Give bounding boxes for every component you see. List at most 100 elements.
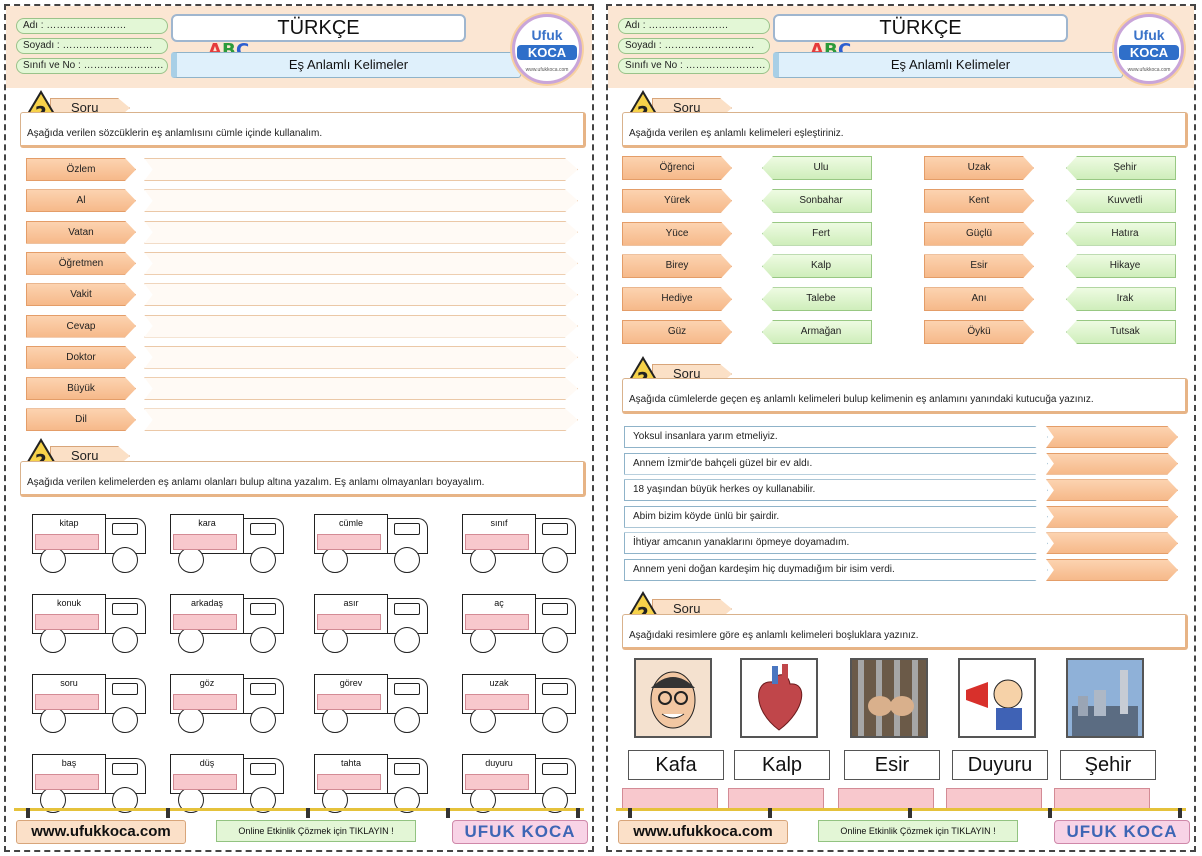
picture-label: Duyuru — [952, 750, 1048, 780]
truck-word: arkadaş — [190, 598, 224, 608]
match-word-left[interactable]: Kent — [924, 188, 1034, 213]
truck-answer-box[interactable] — [173, 774, 237, 790]
match-word-right[interactable]: Irak — [1066, 287, 1176, 312]
match-word-left[interactable]: Esir — [924, 254, 1034, 279]
picture-1 — [634, 658, 712, 738]
name-field[interactable]: Adı : …………………… — [16, 18, 168, 34]
instruction-2: Aşağıda cümlelerde geçen eş anlamlı keli… — [622, 378, 1188, 414]
match-word-left[interactable]: Anı — [924, 287, 1034, 312]
truck-answer-box[interactable] — [35, 774, 99, 790]
truck-item: konuk — [32, 594, 150, 653]
sentence-answer-box[interactable] — [144, 158, 578, 181]
picture-answer-box[interactable] — [1054, 788, 1150, 810]
word-label: Al — [26, 189, 136, 213]
truck-answer-box[interactable] — [173, 534, 237, 550]
online-activity-button[interactable]: Online Etkinlik Çözmek için TIKLAYIN ! — [216, 820, 416, 842]
match-word-left[interactable]: Hediye — [622, 287, 732, 312]
picture-label: Esir — [844, 750, 940, 780]
synonym-answer-box[interactable] — [1046, 479, 1178, 502]
sentence-answer-box[interactable] — [144, 220, 578, 244]
match-word-left[interactable]: Güçlü — [924, 221, 1034, 246]
truck-answer-box[interactable] — [35, 534, 99, 550]
truck-word: uzak — [489, 678, 509, 688]
truck-answer-box[interactable] — [317, 774, 381, 790]
truck-answer-box[interactable] — [317, 614, 381, 630]
truck-word: tahta — [340, 758, 362, 768]
truck-word: baş — [61, 758, 77, 768]
ufukkoca-logo: Ufuk KOCA www.ufukkoca.com — [512, 14, 582, 84]
sentence-answer-box[interactable] — [144, 283, 578, 307]
truck-answer-box[interactable] — [465, 614, 529, 630]
online-activity-button[interactable]: Online Etkinlik Çözmek için TIKLAYIN ! — [818, 820, 1018, 842]
website-link[interactable]: www.ufukkoca.com — [16, 820, 186, 844]
match-word-right[interactable]: Talebe — [762, 287, 872, 312]
truck-word: cümle — [338, 518, 363, 528]
match-word-right[interactable]: Şehir — [1066, 156, 1176, 180]
match-word-left[interactable]: Birey — [622, 254, 732, 279]
picture-answer-box[interactable] — [728, 788, 824, 810]
truck-item: arkadaş — [170, 594, 288, 653]
match-word-right[interactable]: Tutsak — [1066, 320, 1176, 344]
truck-answer-box[interactable] — [465, 774, 529, 790]
truck-answer-box[interactable] — [465, 694, 529, 710]
truck-answer-box[interactable] — [173, 614, 237, 630]
match-word-right[interactable]: Kuvvetli — [1066, 188, 1176, 213]
synonym-answer-box[interactable] — [1046, 532, 1178, 555]
instruction-1: Aşağıda verilen sözcüklerin eş anlamlısı… — [20, 112, 586, 148]
match-word-right[interactable]: Armağan — [762, 320, 872, 344]
instruction-1: Aşağıda verilen eş anlamlı kelimeleri eş… — [622, 112, 1188, 148]
synonym-answer-box[interactable] — [1046, 505, 1178, 528]
truck-word: göz — [199, 678, 215, 688]
match-word-right[interactable]: Sonbahar — [762, 188, 872, 213]
match-word-left[interactable]: Öykü — [924, 320, 1034, 344]
worksheet-page-right: Adı : …………………… Soyadı : ……………………… Sınıfı… — [606, 4, 1196, 852]
match-word-right[interactable]: Hikaye — [1066, 254, 1176, 279]
word-label: Doktor — [26, 345, 136, 369]
sentence-answer-box[interactable] — [144, 377, 578, 401]
match-word-right[interactable]: Fert — [762, 221, 872, 246]
truck-item: aç — [462, 594, 580, 653]
truck-answer-box[interactable] — [173, 694, 237, 710]
picture-answer-box[interactable] — [622, 788, 718, 810]
match-word-right[interactable]: Kalp — [762, 254, 872, 279]
picture-2 — [740, 658, 818, 738]
synonym-answer-box[interactable] — [1046, 426, 1178, 448]
match-word-left[interactable]: Öğrenci — [622, 156, 732, 180]
word-label: Özlem — [26, 158, 136, 181]
synonym-answer-box[interactable] — [1046, 559, 1178, 581]
sentence-row: İhtiyar amcanın yanaklarını öpmeye doyam… — [624, 532, 1048, 555]
word-label: Vatan — [26, 220, 136, 244]
sentence-answer-box[interactable] — [144, 314, 578, 338]
truck-answer-box[interactable] — [35, 694, 99, 710]
subject-title: TÜRKÇE — [773, 14, 1068, 42]
truck-word: kitap — [59, 518, 79, 528]
synonym-answer-box[interactable] — [1046, 452, 1178, 475]
truck-answer-box[interactable] — [465, 534, 529, 550]
sentence-answer-box[interactable] — [144, 345, 578, 369]
truck-item: tahta — [314, 754, 432, 813]
match-word-right[interactable]: Ulu — [762, 156, 872, 180]
sentence-answer-box[interactable] — [144, 189, 578, 213]
picture-answer-box[interactable] — [838, 788, 934, 810]
truck-answer-box[interactable] — [317, 694, 381, 710]
match-word-left[interactable]: Yüce — [622, 221, 732, 246]
match-word-right[interactable]: Hatıra — [1066, 221, 1176, 246]
class-field[interactable]: Sınıfı ve No : …………………… — [16, 58, 168, 74]
truck-answer-box[interactable] — [35, 614, 99, 630]
match-word-left[interactable]: Uzak — [924, 156, 1034, 180]
class-field[interactable]: Sınıfı ve No : …………………… — [618, 58, 770, 74]
picture-answer-box[interactable] — [946, 788, 1042, 810]
brand-badge: UFUK KOCA — [452, 820, 588, 844]
match-word-left[interactable]: Güz — [622, 320, 732, 344]
page-header: Adı : …………………… Soyadı : ……………………… Sınıfı… — [608, 6, 1194, 88]
website-link[interactable]: www.ufukkoca.com — [618, 820, 788, 844]
match-word-left[interactable]: Yürek — [622, 188, 732, 213]
truck-item: kitap — [32, 514, 150, 573]
sentence-answer-box[interactable] — [144, 408, 578, 432]
sentence-answer-box[interactable] — [144, 251, 578, 275]
name-field[interactable]: Adı : …………………… — [618, 18, 770, 34]
surname-field[interactable]: Soyadı : ……………………… — [16, 38, 168, 54]
truck-word: soru — [60, 678, 78, 688]
truck-answer-box[interactable] — [317, 534, 381, 550]
surname-field[interactable]: Soyadı : ……………………… — [618, 38, 770, 54]
